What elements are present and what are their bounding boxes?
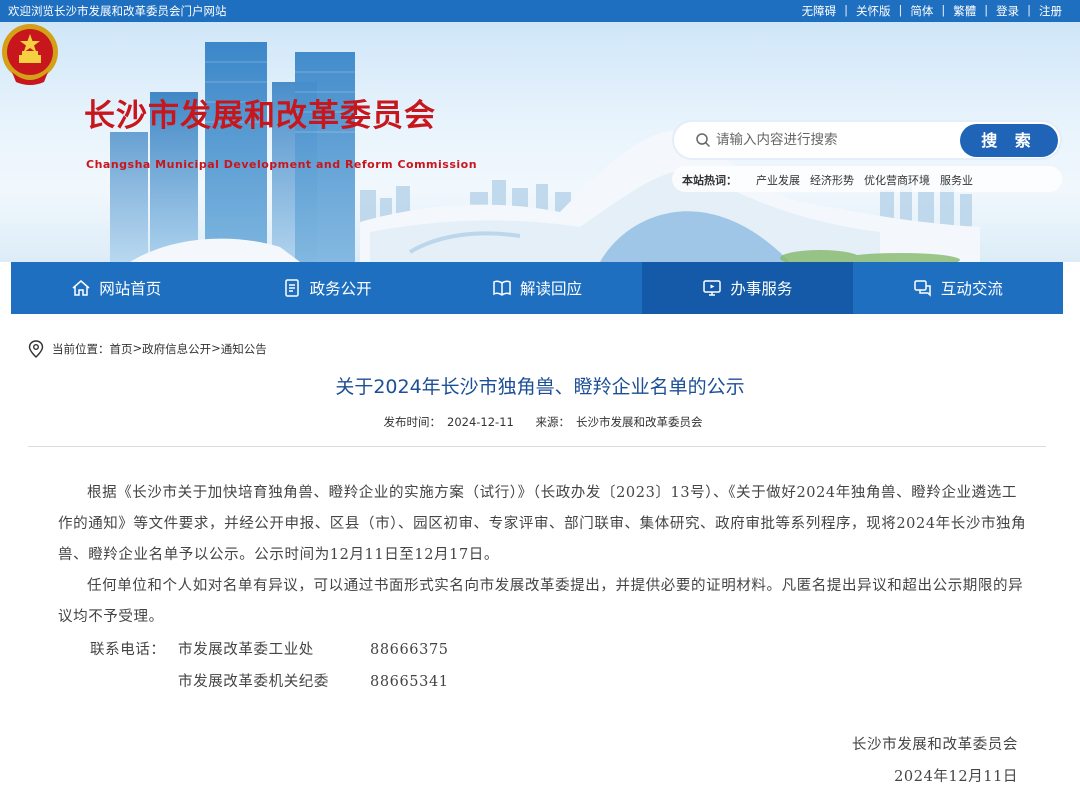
- publish-date: 2024-12-11: [447, 415, 514, 429]
- main-nav: 网站首页 政务公开 解读回应 办事服务 互动交流: [11, 262, 1063, 314]
- search-button[interactable]: 搜 索: [960, 124, 1058, 157]
- breadcrumb-gov-info[interactable]: 政府信息公开: [142, 341, 211, 357]
- breadcrumb-notices[interactable]: 通知公告: [221, 341, 267, 357]
- signature: 长沙市发展和改革委员会: [851, 737, 1018, 753]
- contact-dept: 市发展改革委机关纪委: [178, 674, 329, 690]
- hot-word-service[interactable]: 服务业: [940, 172, 973, 188]
- monitor-icon: [703, 280, 722, 296]
- welcome-text: 欢迎浏览长沙市发展和改革委员会门户网站: [8, 4, 227, 18]
- contact-line: 联系电话： 市发展改革委工业处 88666375: [90, 638, 449, 659]
- contact-line: 市发展改革委机关纪委 88665341: [90, 670, 449, 691]
- breadcrumb-home[interactable]: 首页: [110, 341, 133, 357]
- chat-icon: [914, 280, 931, 297]
- source-label: 来源：: [535, 415, 571, 429]
- simplified-chinese-link[interactable]: 简体: [906, 3, 937, 19]
- hot-words-label: 本站热词：: [682, 174, 737, 187]
- top-links: 无障碍 | 关怀版 | 简体 | 繁體 | 登录 | 注册: [798, 3, 1066, 19]
- book-icon: [493, 280, 511, 296]
- location-pin-icon: [28, 340, 44, 358]
- contact-phone: 88665341: [370, 674, 449, 690]
- elderly-mode-link[interactable]: 关怀版: [852, 3, 895, 19]
- login-link[interactable]: 登录: [992, 3, 1023, 19]
- top-bar: 欢迎浏览长沙市发展和改革委员会门户网站 无障碍 | 关怀版 | 简体 | 繁體 | 登录…: [0, 0, 1080, 22]
- article-paragraph: 任何单位和个人如对名单有异议，可以通过书面形式实名向市发展改革委提出，并提供必要…: [58, 578, 1024, 625]
- nav-interpretation[interactable]: 解读回应: [432, 262, 642, 314]
- search-input[interactable]: [716, 129, 946, 151]
- sign-date: 2024年12月11日: [894, 769, 1018, 785]
- article-paragraph: 根据《长沙市关于加快培育独角兽、瞪羚企业的实施方案（试行）》（长政办发〔2023…: [58, 485, 1027, 563]
- search-icon: [696, 133, 711, 148]
- article-body: 根据《长沙市关于加快培育独角兽、瞪羚企业的实施方案（试行）》（长政办发〔2023…: [58, 478, 1028, 633]
- nav-interpretation-label: 解读回应: [520, 280, 583, 298]
- nav-gov-affairs-label: 政务公开: [309, 280, 372, 298]
- contact-label: 联系电话：: [90, 642, 166, 658]
- nav-services-label: 办事服务: [730, 280, 793, 298]
- contact-phone: 88666375: [370, 642, 449, 658]
- nav-interaction[interactable]: 互动交流: [853, 262, 1063, 314]
- hot-word-business-env[interactable]: 优化营商环境: [864, 172, 930, 188]
- breadcrumb: 当前位置： 首页 > 政府信息公开 > 通知公告: [28, 340, 267, 358]
- nav-services[interactable]: 办事服务: [642, 262, 853, 314]
- date-label: 发布时间：: [383, 415, 442, 429]
- traditional-chinese-link[interactable]: 繁體: [949, 3, 980, 19]
- article-meta: 发布时间： 2024-12-11 来源： 长沙市发展和改革委员会: [0, 414, 1080, 430]
- breadcrumb-prefix: 当前位置：: [52, 342, 110, 356]
- site-title: 长沙市发展和改革委员会: [84, 98, 436, 134]
- nav-gov-affairs[interactable]: 政务公开: [221, 262, 431, 314]
- contact-dept: 市发展改革委工业处: [178, 642, 314, 658]
- accessibility-link[interactable]: 无障碍: [798, 3, 841, 19]
- nav-interaction-label: 互动交流: [940, 280, 1003, 298]
- home-icon: [72, 280, 90, 296]
- site-subtitle-en: Changsha Municipal Development and Refor…: [86, 158, 478, 171]
- hot-words-bar: 本站热词： 产业发展 经济形势 优化营商环境 服务业: [672, 166, 1062, 192]
- document-icon: [284, 279, 299, 297]
- hot-word-economy[interactable]: 经济形势: [810, 172, 854, 188]
- nav-home[interactable]: 网站首页: [11, 262, 221, 314]
- national-emblem-logo: [2, 24, 58, 85]
- register-link[interactable]: 注册: [1035, 3, 1066, 19]
- nav-home-label: 网站首页: [99, 280, 162, 298]
- article-source: 长沙市发展和改革委员会: [576, 415, 703, 429]
- article-title: 关于2024年长沙市独角兽、瞪羚企业名单的公示: [335, 376, 745, 398]
- breadcrumb-separator: >: [211, 341, 221, 355]
- divider: [28, 446, 1046, 447]
- hot-word-industry[interactable]: 产业发展: [756, 172, 800, 188]
- breadcrumb-separator: >: [132, 341, 143, 355]
